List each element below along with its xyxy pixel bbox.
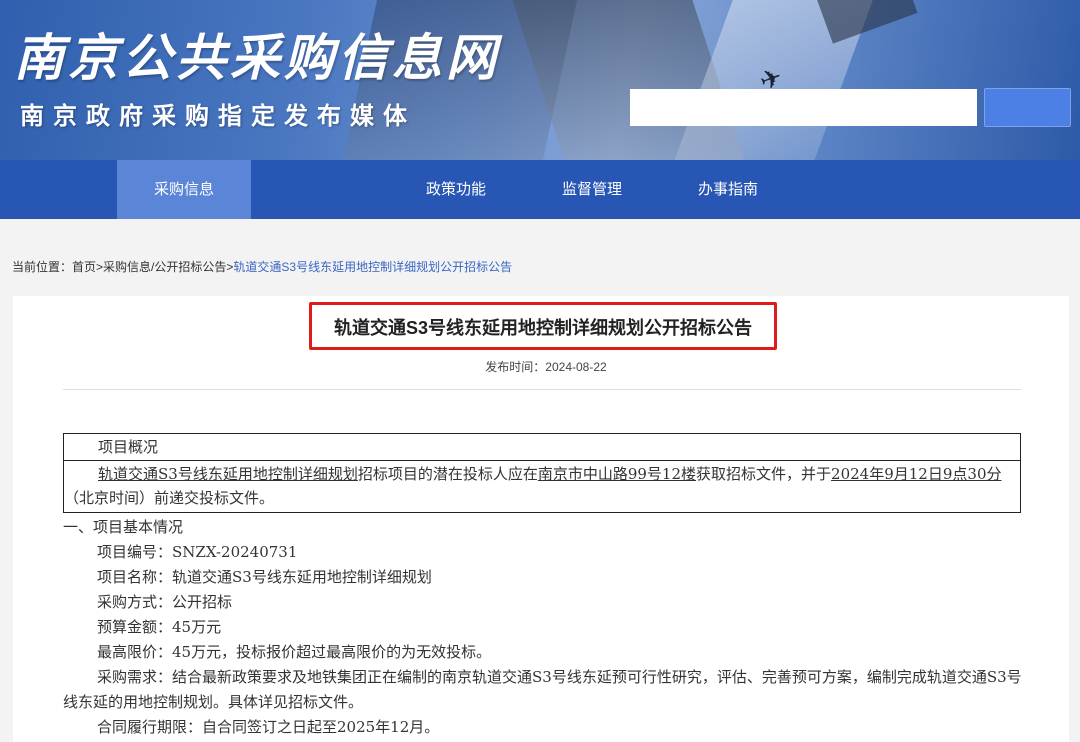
max-price: 最高限价：45万元，投标报价超过最高限价的为无效投标。 xyxy=(97,643,492,661)
overview-text-part: 获取招标文件，并于 xyxy=(696,465,832,483)
nav-item-guide[interactable]: 办事指南 xyxy=(673,160,783,219)
breadcrumb-section-link[interactable]: 采购信息/公开招标公告 xyxy=(103,260,226,274)
nav-item-policy[interactable]: 政策功能 xyxy=(401,160,511,219)
breadcrumb: 当前位置：首页>采购信息/公开招标公告>轨道交通S3号线东延用地控制详细规划公开… xyxy=(12,258,512,275)
site-logo-subtitle: 南京政府采购指定发布媒体 xyxy=(20,103,416,130)
procurement-method: 采购方式：公开招标 xyxy=(97,593,233,611)
site-logo-title[interactable]: 南京公共采购信息网 xyxy=(14,18,500,90)
address-link[interactable]: 南京市中山路99号12楼 xyxy=(538,465,696,483)
contract-period: 合同履行期限：自合同签订之日起至2025年12月。 xyxy=(97,718,440,736)
project-name: 项目名称：轨道交通S3号线东延用地控制详细规划 xyxy=(97,568,432,586)
deadline-link[interactable]: 2024年9月12日9点30分 xyxy=(831,465,1001,483)
section-heading: 一、项目基本情况 xyxy=(63,518,184,536)
article-title: 轨道交通S3号线东延用地控制详细规划公开招标公告 xyxy=(333,318,752,338)
breadcrumb-home-link[interactable]: 首页 xyxy=(72,260,96,274)
publish-date: 发布时间：2024-08-22 xyxy=(485,360,607,374)
overview-heading: 项目概况 xyxy=(64,434,1020,461)
project-overview-box: 项目概况 轨道交通S3号线东延用地控制详细规划招标项目的潜在投标人应在南京市中山… xyxy=(63,433,1021,513)
overview-text: 轨道交通S3号线东延用地控制详细规划招标项目的潜在投标人应在南京市中山路99号1… xyxy=(64,461,1020,510)
breadcrumb-separator: > xyxy=(96,260,104,274)
breadcrumb-current[interactable]: 轨道交通S3号线东延用地控制详细规划公开招标公告 xyxy=(233,260,512,274)
article-body: 一、项目基本情况 项目编号：SNZX-20240731 项目名称：轨道交通S3号… xyxy=(63,515,1023,740)
header-banner: ✈ 南京公共采购信息网 南京政府采购指定发布媒体 xyxy=(0,0,1080,160)
search-button[interactable] xyxy=(984,88,1071,127)
main-nav: 采购信息 政策功能 监督管理 办事指南 xyxy=(0,160,1080,219)
search-input[interactable] xyxy=(630,89,977,126)
project-number: 项目编号：SNZX-20240731 xyxy=(97,543,298,561)
nav-item-supervision[interactable]: 监督管理 xyxy=(537,160,647,219)
nav-item-procurement-info[interactable]: 采购信息 xyxy=(117,160,251,219)
divider xyxy=(63,389,1021,390)
article-card: 轨道交通S3号线东延用地控制详细规划公开招标公告 发布时间：2024-08-22… xyxy=(13,296,1069,742)
budget-amount: 预算金额：45万元 xyxy=(97,618,222,636)
procurement-demand: 采购需求：结合最新政策要求及地铁集团正在编制的南京轨道交通S3号线东延预可行性研… xyxy=(63,668,1022,711)
project-name-link[interactable]: 轨道交通S3号线东延用地控制详细规划 xyxy=(98,465,358,483)
overview-text-part: （北京时间）前递交投标文件。 xyxy=(64,489,275,507)
breadcrumb-prefix: 当前位置： xyxy=(12,260,73,274)
overview-text-part: 招标项目的潜在投标人应在 xyxy=(357,465,538,483)
